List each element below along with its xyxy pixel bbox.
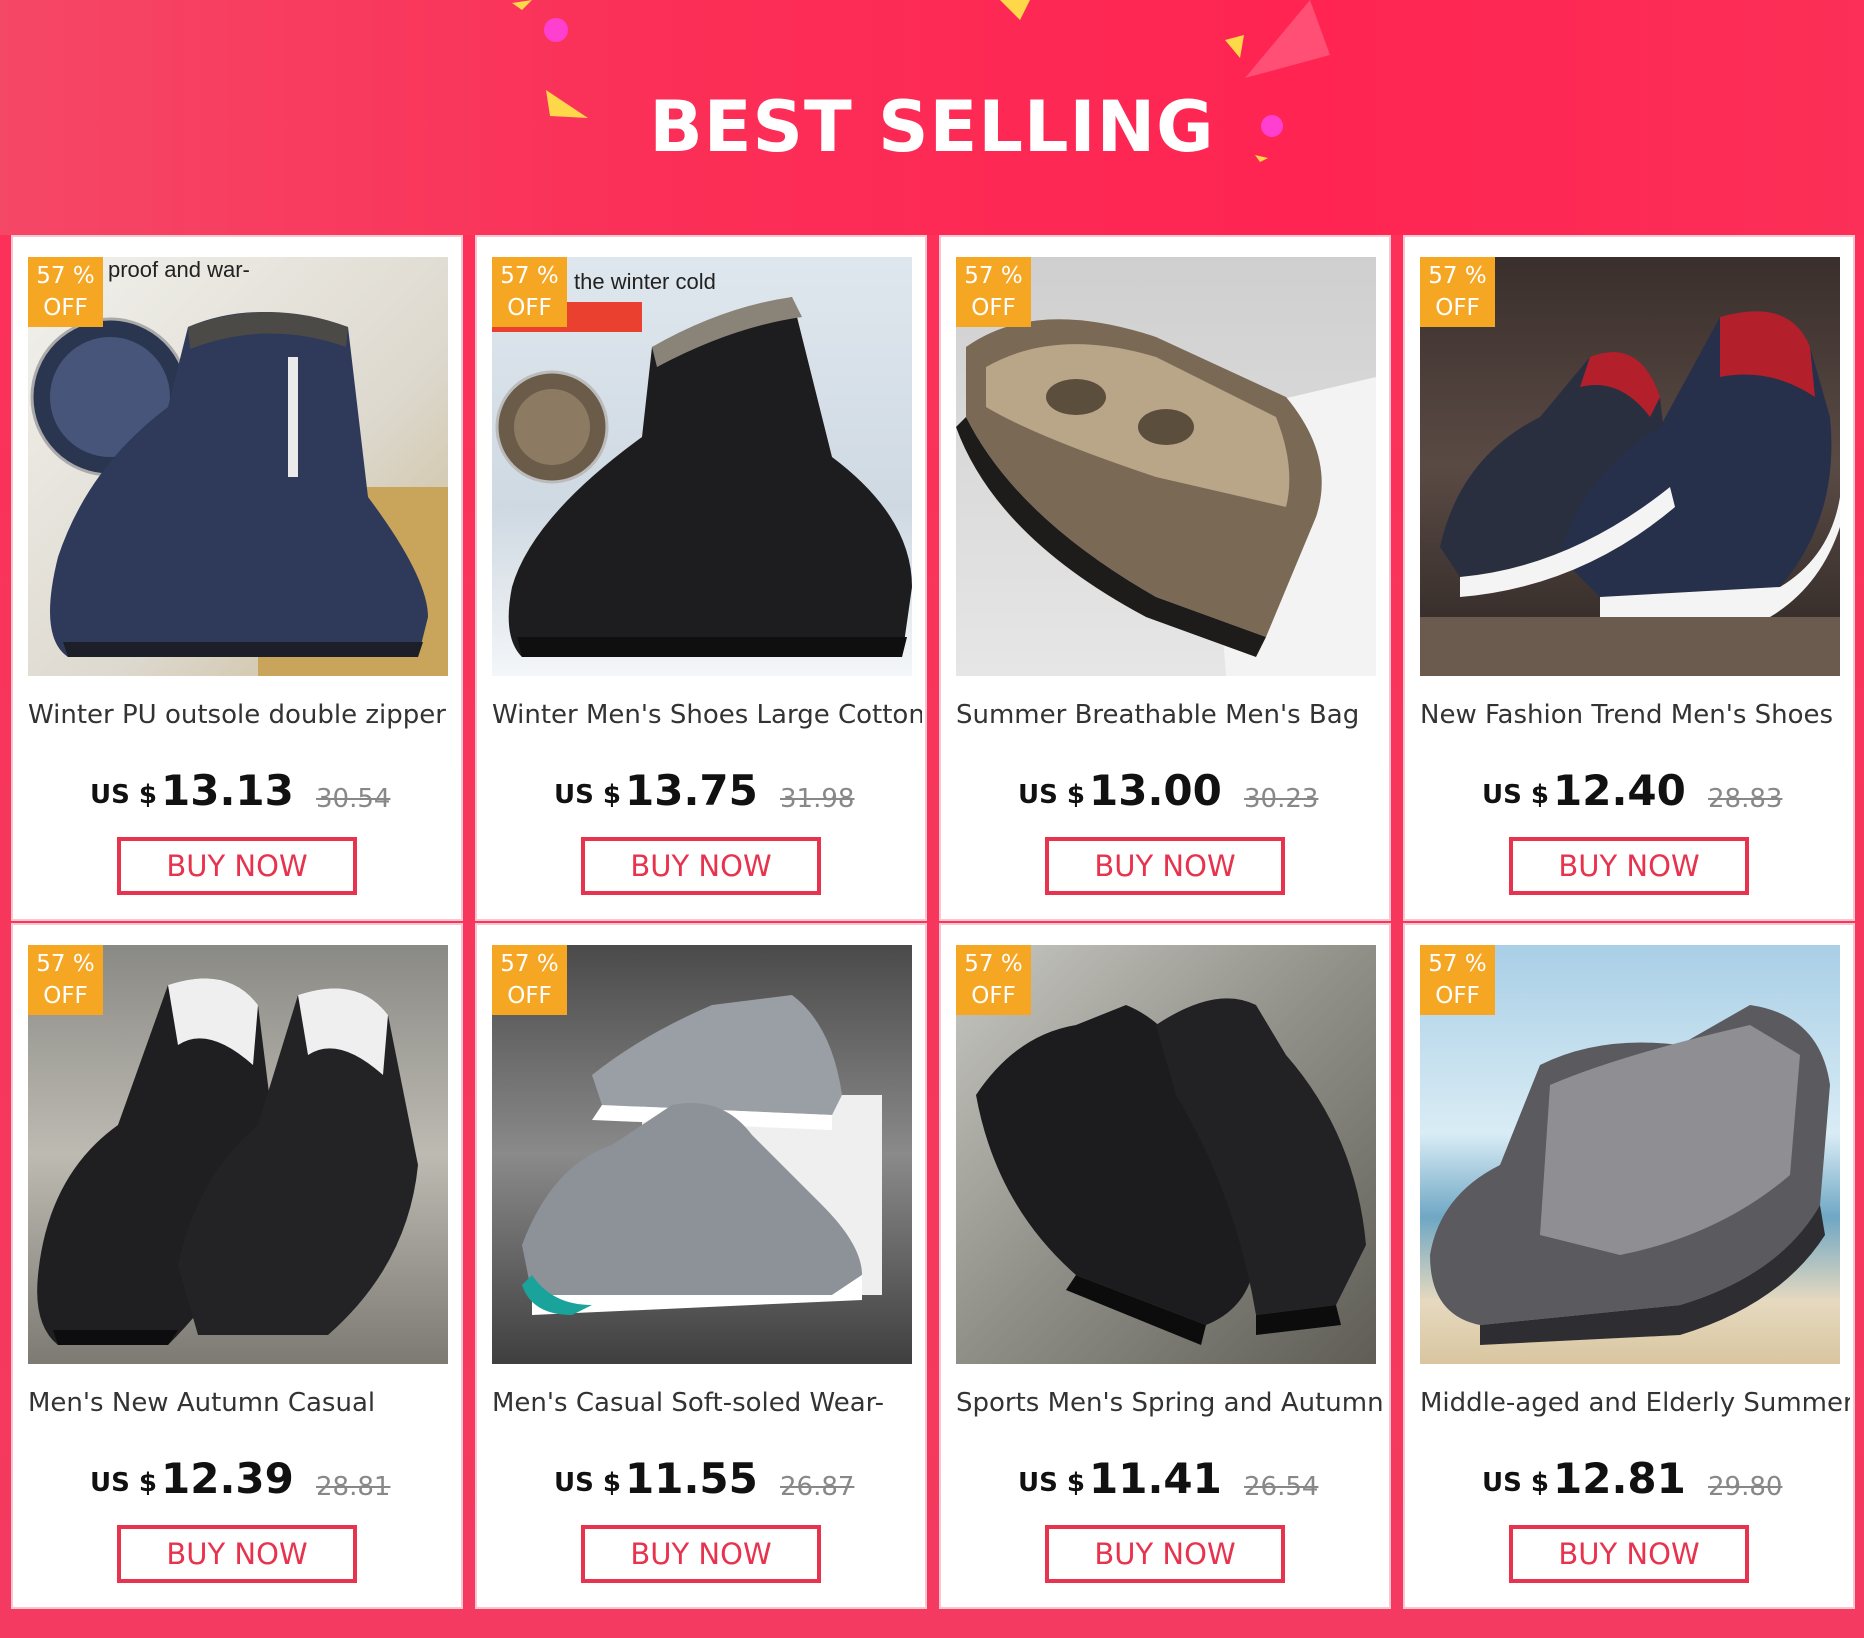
product-title[interactable]: Middle-aged and Elderly Summer <box>1420 1388 1850 1418</box>
discount-badge: 57 % OFF <box>1420 257 1495 327</box>
buy-now-button[interactable]: BUY NOW <box>1509 837 1749 895</box>
product-grid: proof and war- 57 % OFF Winter PU outsol… <box>11 235 1855 1609</box>
banner-title: BEST SELLING <box>649 86 1215 168</box>
product-image[interactable]: 57 % OFF <box>28 945 448 1364</box>
product-image[interactable]: 57 % OFF <box>956 945 1376 1364</box>
original-price: 31.98 <box>780 784 855 814</box>
sale-price: 12.40 <box>1553 766 1686 815</box>
product-card[interactable]: 57 % OFF Sports Men's Spring and Autumn … <box>939 923 1391 1609</box>
discount-badge: 57 % OFF <box>492 257 567 327</box>
discount-off-label: OFF <box>43 983 88 1009</box>
discount-off-label: OFF <box>1435 295 1480 321</box>
currency-label: US $ <box>90 780 157 810</box>
currency-label: US $ <box>1482 780 1549 810</box>
original-price: 29.80 <box>1708 1472 1783 1502</box>
banner: BEST SELLING <box>0 0 1864 235</box>
currency-label: US $ <box>554 780 621 810</box>
buy-now-button[interactable]: BUY NOW <box>117 1525 357 1583</box>
image-overlay-text: proof and war- <box>108 257 250 282</box>
product-image[interactable]: proof and war- 57 % OFF <box>28 257 448 676</box>
sale-price: 12.81 <box>1553 1454 1686 1503</box>
product-image[interactable]: 57 % OFF <box>956 257 1376 676</box>
buy-now-button[interactable]: BUY NOW <box>1045 837 1285 895</box>
original-price: 26.54 <box>1244 1472 1319 1502</box>
buy-now-button[interactable]: BUY NOW <box>1045 1525 1285 1583</box>
price-row: US $ 13.13 30.54 <box>13 762 465 822</box>
buy-now-button[interactable]: BUY NOW <box>117 837 357 895</box>
sale-price: 12.39 <box>161 1454 294 1503</box>
sale-price: 11.41 <box>1089 1454 1222 1503</box>
product-card[interactable]: 57 % OFF Middle-aged and Elderly Summer … <box>1403 923 1855 1609</box>
discount-percent: 57 % <box>1428 263 1487 289</box>
currency-label: US $ <box>1018 780 1085 810</box>
product-title[interactable]: Sports Men's Spring and Autumn <box>956 1388 1386 1418</box>
price-row: US $ 13.75 31.98 <box>477 762 929 822</box>
product-title[interactable]: New Fashion Trend Men's Shoes <box>1420 700 1850 730</box>
product-image[interactable]: 57 % OFF <box>1420 945 1840 1364</box>
discount-badge: 57 % OFF <box>28 257 103 327</box>
discount-percent: 57 % <box>36 263 95 289</box>
discount-badge: 57 % OFF <box>956 945 1031 1015</box>
price-row: US $ 12.40 28.83 <box>1405 762 1857 822</box>
product-image[interactable]: the winter cold 57 % OFF <box>492 257 912 676</box>
discount-badge: 57 % OFF <box>1420 945 1495 1015</box>
discount-off-label: OFF <box>971 983 1016 1009</box>
discount-badge: 57 % OFF <box>28 945 103 1015</box>
product-title[interactable]: Winter PU outsole double zipper <box>28 700 458 730</box>
product-title[interactable]: Men's Casual Soft-soled Wear- <box>492 1388 922 1418</box>
discount-percent: 57 % <box>964 263 1023 289</box>
product-card[interactable]: the winter cold 57 % OFF Winter Men's Sh… <box>475 235 927 921</box>
currency-label: US $ <box>1482 1468 1549 1498</box>
discount-percent: 57 % <box>36 951 95 977</box>
image-overlay-text: the winter cold <box>574 269 716 294</box>
original-price: 28.83 <box>1708 784 1783 814</box>
discount-percent: 57 % <box>500 263 559 289</box>
sale-price: 11.55 <box>625 1454 758 1503</box>
discount-off-label: OFF <box>971 295 1016 321</box>
sale-price: 13.75 <box>625 766 758 815</box>
product-image[interactable]: 57 % OFF <box>1420 257 1840 676</box>
price-row: US $ 13.00 30.23 <box>941 762 1393 822</box>
discount-percent: 57 % <box>1428 951 1487 977</box>
discount-badge: 57 % OFF <box>956 257 1031 327</box>
price-row: US $ 11.41 26.54 <box>941 1450 1393 1510</box>
product-card[interactable]: 57 % OFF Summer Breathable Men's Bag US … <box>939 235 1391 921</box>
original-price: 30.23 <box>1244 784 1319 814</box>
buy-now-button[interactable]: BUY NOW <box>581 1525 821 1583</box>
product-title[interactable]: Men's New Autumn Casual <box>28 1388 458 1418</box>
discount-percent: 57 % <box>964 951 1023 977</box>
price-row: US $ 12.39 28.81 <box>13 1450 465 1510</box>
product-card[interactable]: 57 % OFF Men's New Autumn Casual US $ 12… <box>11 923 463 1609</box>
price-row: US $ 11.55 26.87 <box>477 1450 929 1510</box>
currency-label: US $ <box>90 1468 157 1498</box>
sale-price: 13.13 <box>161 766 294 815</box>
discount-off-label: OFF <box>507 295 552 321</box>
product-card[interactable]: proof and war- 57 % OFF Winter PU outsol… <box>11 235 463 921</box>
product-card[interactable]: 57 % OFF New Fashion Trend Men's Shoes U… <box>1403 235 1855 921</box>
price-row: US $ 12.81 29.80 <box>1405 1450 1857 1510</box>
discount-percent: 57 % <box>500 951 559 977</box>
product-card[interactable]: 57 % OFF Men's Casual Soft-soled Wear- U… <box>475 923 927 1609</box>
discount-off-label: OFF <box>43 295 88 321</box>
original-price: 28.81 <box>316 1472 391 1502</box>
original-price: 30.54 <box>316 784 391 814</box>
product-title[interactable]: Summer Breathable Men's Bag <box>956 700 1386 730</box>
original-price: 26.87 <box>780 1472 855 1502</box>
discount-off-label: OFF <box>507 983 552 1009</box>
buy-now-button[interactable]: BUY NOW <box>1509 1525 1749 1583</box>
discount-off-label: OFF <box>1435 983 1480 1009</box>
currency-label: US $ <box>554 1468 621 1498</box>
discount-badge: 57 % OFF <box>492 945 567 1015</box>
sale-price: 13.00 <box>1089 766 1222 815</box>
currency-label: US $ <box>1018 1468 1085 1498</box>
product-title[interactable]: Winter Men's Shoes Large Cotton <box>492 700 922 730</box>
buy-now-button[interactable]: BUY NOW <box>581 837 821 895</box>
product-image[interactable]: 57 % OFF <box>492 945 912 1364</box>
